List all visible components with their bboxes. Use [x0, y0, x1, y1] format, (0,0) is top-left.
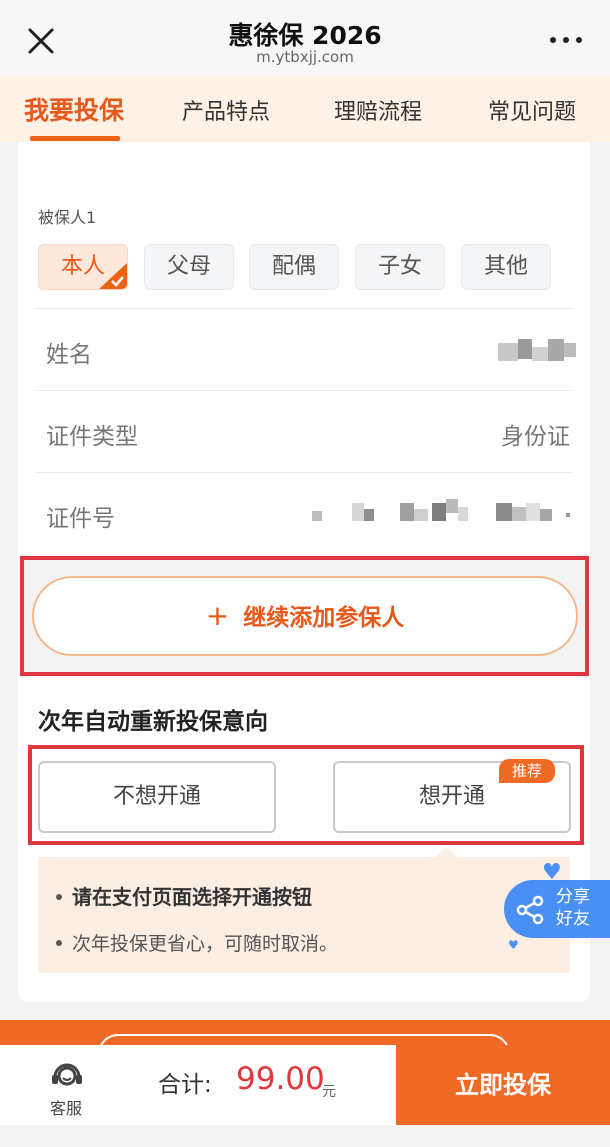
name-row[interactable]: 姓名: [36, 308, 576, 390]
checkmark-icon: [99, 263, 127, 289]
renewal-yes-button[interactable]: 想开通 推荐: [333, 759, 571, 833]
total-label: 合计:: [158, 1072, 212, 1098]
more-dots-icon[interactable]: [550, 37, 582, 45]
heart-icon: ♥: [508, 938, 519, 952]
plus-icon: +: [205, 599, 230, 632]
renewal-notice: 请在支付页面选择开通按钮 次年投保更省心，可随时取消。: [38, 857, 570, 973]
relation-spouse-button[interactable]: 配偶: [249, 244, 339, 290]
id-type-value: 身份证: [501, 424, 570, 450]
home-indicator-area: [0, 1125, 610, 1147]
share-icon: [516, 895, 544, 925]
total-unit: 元: [322, 1084, 336, 1100]
renewal-options-highlight: 不想开通 想开通 推荐: [28, 745, 584, 845]
bullet-icon: [56, 939, 62, 946]
share-label-line2: 好友: [556, 909, 590, 929]
add-insured-button[interactable]: + 继续添加参保人: [32, 576, 578, 656]
page-url: m.ytbxjj.com: [256, 48, 354, 66]
add-insured-highlight: + 继续添加参保人: [20, 556, 589, 676]
tab-insure[interactable]: 我要投保: [24, 91, 124, 127]
share-friends-button[interactable]: 分享 好友: [504, 880, 610, 938]
renewal-no-button[interactable]: 不想开通: [38, 761, 276, 833]
renewal-title: 次年自动重新投保意向: [38, 709, 268, 735]
total-price: 99.00: [236, 1061, 325, 1097]
tab-bar: 我要投保 产品特点 理赔流程 常见问题: [0, 76, 610, 142]
relation-self-button[interactable]: 本人: [38, 244, 128, 290]
buy-now-button[interactable]: 立即投保: [396, 1045, 610, 1125]
recommend-badge: 推荐: [499, 759, 555, 783]
id-number-label: 证件号: [46, 506, 115, 532]
insured-section-label: 被保人1: [38, 208, 97, 227]
relation-other-button[interactable]: 其他: [461, 244, 551, 290]
relation-children-button[interactable]: 子女: [355, 244, 445, 290]
customer-service-label[interactable]: 客服: [50, 1095, 82, 1119]
notice-line-1: 请在支付页面选择开通按钮: [56, 881, 312, 910]
headset-icon[interactable]: [50, 1057, 84, 1091]
bullet-icon: [56, 893, 62, 900]
name-label: 姓名: [46, 342, 92, 368]
notice-line-2: 次年投保更省心，可随时取消。: [56, 929, 338, 956]
top-bar: 惠徐保 2026 m.ytbxjj.com: [0, 0, 610, 76]
tab-faq[interactable]: 常见问题: [488, 94, 576, 126]
page-title: 惠徐保 2026: [228, 21, 382, 50]
tab-claims[interactable]: 理赔流程: [334, 94, 422, 126]
relation-parents-button[interactable]: 父母: [144, 244, 234, 290]
id-type-label: 证件类型: [46, 424, 138, 450]
tab-features[interactable]: 产品特点: [182, 94, 270, 126]
tab-active-indicator: [30, 136, 120, 141]
share-label-line1: 分享: [556, 887, 590, 907]
id-number-row[interactable]: 证件号: [36, 472, 572, 554]
id-type-row[interactable]: 证件类型 身份证: [36, 390, 572, 472]
